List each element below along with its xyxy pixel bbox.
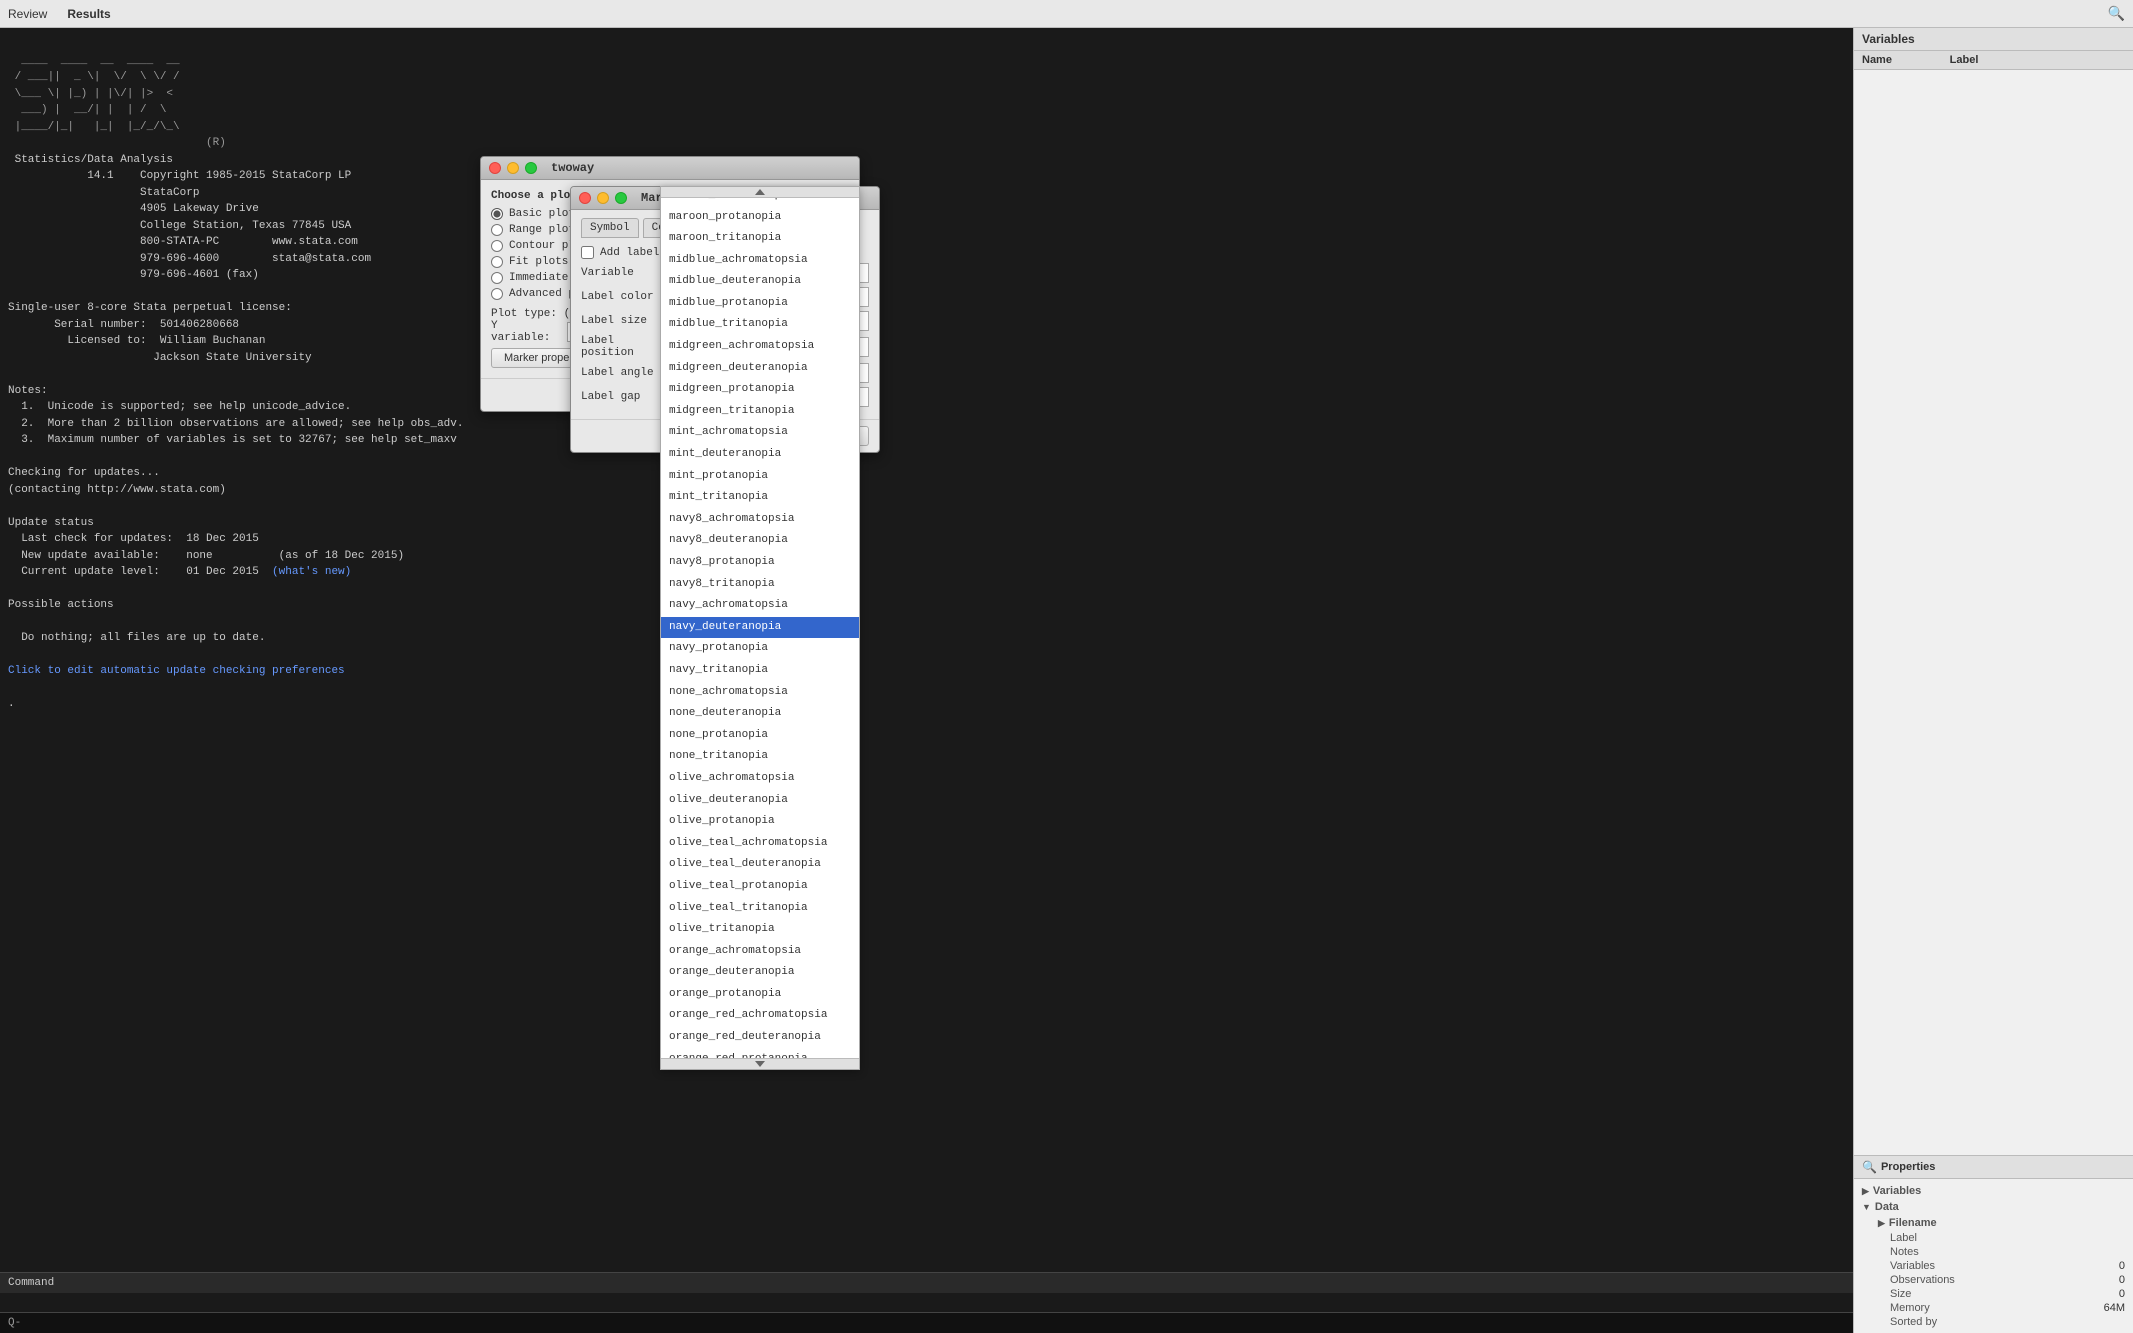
dropdown-item[interactable]: maroon_tritanopia <box>661 228 859 250</box>
dropdown-item[interactable]: midgreen_deuteranopia <box>661 358 859 380</box>
command-input-row: Q- <box>0 1312 1853 1333</box>
right-panel: Variables Name Label 🔍 Properties ▶ Vari… <box>1853 28 2133 1333</box>
chevron-down-icon: ▼ <box>1862 1202 1871 1212</box>
marker-tab-symbol[interactable]: Symbol <box>581 218 639 238</box>
twoway-close-button[interactable] <box>489 162 501 174</box>
dropdown-item[interactable]: mint_achromatopsia <box>661 422 859 444</box>
command-bar: Command <box>0 1272 1853 1293</box>
dropdown-item[interactable]: olive_protanopia <box>661 811 859 833</box>
dropdown-item[interactable]: none_deuteranopia <box>661 703 859 725</box>
properties-header: 🔍 Properties <box>1854 1156 2133 1179</box>
command-prompt: Q- <box>8 1317 21 1329</box>
scroll-down-arrow <box>755 1061 765 1067</box>
properties-filename-section: ▶ Filename <box>1878 1215 2125 1231</box>
marker-add-labels-checkbox[interactable] <box>581 246 594 259</box>
dropdown-item[interactable]: mint_tritanopia <box>661 487 859 509</box>
variables-title: Variables <box>1862 32 1915 46</box>
prop-sorted-by-row: Sorted by <box>1878 1315 2125 1329</box>
terminal-panel: ____ ____ __ ____ __ / ___|| _ \| \/ \ \… <box>0 28 1853 1333</box>
prop-variables-row: Variables 0 <box>1878 1259 2125 1273</box>
dropdown-item[interactable]: navy8_achromatopsia <box>661 509 859 531</box>
dropdown-item[interactable]: orange_protanopia <box>661 984 859 1006</box>
marker-close-button[interactable] <box>579 192 591 204</box>
variables-panel-header: Variables <box>1854 28 2133 51</box>
marker-max-button[interactable] <box>615 192 627 204</box>
dropdown-item[interactable]: mint_deuteranopia <box>661 444 859 466</box>
twoway-dialog-title: twoway <box>551 161 594 175</box>
dropdown-item[interactable]: olive_achromatopsia <box>661 768 859 790</box>
properties-search-icon[interactable]: 🔍 <box>1862 1160 1877 1174</box>
dropdown-item[interactable]: orange_red_achromatopsia <box>661 1005 859 1027</box>
dropdown-item[interactable]: none_tritanopia <box>661 746 859 768</box>
scroll-up-arrow <box>755 189 765 195</box>
toolbar-review[interactable]: Review <box>8 7 47 21</box>
toolbar-results[interactable]: Results <box>67 7 110 21</box>
dropdown-item[interactable]: olive_teal_protanopia <box>661 876 859 898</box>
dropdown-item[interactable]: navy8_tritanopia <box>661 574 859 596</box>
dropdown-item[interactable]: midblue_tritanopia <box>661 314 859 336</box>
prop-label-row: Label <box>1878 1231 2125 1245</box>
var-col-name-header: Name <box>1862 54 1950 66</box>
chevron-right-icon: ▶ <box>1862 1186 1869 1197</box>
dropdown-item[interactable]: maroon_deuteranopia <box>661 198 859 207</box>
dropdown-item[interactable]: navy8_protanopia <box>661 552 859 574</box>
properties-variables-section: ▶ Variables <box>1862 1183 2125 1199</box>
twoway-dialog-titlebar: twoway <box>481 157 859 180</box>
dropdown-item[interactable]: orange_achromatopsia <box>661 941 859 963</box>
twoway-min-button[interactable] <box>507 162 519 174</box>
dropdown-item[interactable]: midblue_achromatopsia <box>661 250 859 272</box>
variables-table-header: Name Label <box>1854 51 2133 70</box>
dropdown-item[interactable]: orange_deuteranopia <box>661 962 859 984</box>
prop-notes-row: Notes <box>1878 1245 2125 1259</box>
dropdown-item[interactable]: olive_deuteranopia <box>661 790 859 812</box>
dropdown-item[interactable]: midblue_deuteranopia <box>661 271 859 293</box>
dropdown-scroll-down[interactable] <box>661 1058 859 1069</box>
var-col-label-header: Label <box>1950 54 2125 66</box>
prop-memory-row: Memory 64M <box>1878 1301 2125 1315</box>
dropdown-item[interactable]: mint_protanopia <box>661 466 859 488</box>
marker-min-button[interactable] <box>597 192 609 204</box>
dropdown-item[interactable]: midgreen_protanopia <box>661 379 859 401</box>
terminal-output: ____ ____ __ ____ __ / ___|| _ \| \/ \ \… <box>8 36 1845 729</box>
twoway-max-button[interactable] <box>525 162 537 174</box>
properties-data-subsection: ▶ Filename Label Notes Variables 0 <box>1862 1215 2125 1329</box>
dropdown-item[interactable]: olive_teal_achromatopsia <box>661 833 859 855</box>
main-layout: ____ ____ __ ____ __ / ___|| _ \| \/ \ \… <box>0 28 2133 1333</box>
dropdown-item[interactable]: none_protanopia <box>661 725 859 747</box>
variables-table: Name Label <box>1854 51 2133 1155</box>
dropdown-item[interactable]: midblue_protanopia <box>661 293 859 315</box>
dropdown-item[interactable]: orange_red_protanopia <box>661 1049 859 1058</box>
search-icon[interactable]: 🔍 <box>2108 5 2125 22</box>
dropdown-item[interactable]: olive_tritanopia <box>661 919 859 941</box>
dropdown-scroll-up[interactable] <box>661 187 859 198</box>
properties-title: Properties <box>1881 1161 1935 1173</box>
dropdown-item[interactable]: olive_teal_tritanopia <box>661 898 859 920</box>
dropdown-item[interactable]: olive_teal_deuteranopia <box>661 854 859 876</box>
prop-size-row: Size 0 <box>1878 1287 2125 1301</box>
properties-data-section: ▼ Data <box>1862 1199 2125 1215</box>
dropdown-item[interactable]: navy_deuteranopia <box>661 617 859 639</box>
dropdown-item[interactable]: orange_red_deuteranopia <box>661 1027 859 1049</box>
command-label: Command <box>8 1277 54 1289</box>
top-toolbar: Review Results 🔍 <box>0 0 2133 28</box>
dropdown-item[interactable]: navy8_deuteranopia <box>661 530 859 552</box>
dropdown-item[interactable]: midgreen_tritanopia <box>661 401 859 423</box>
dropdown-item[interactable]: navy_achromatopsia <box>661 595 859 617</box>
dropdown-item[interactable]: maroon_protanopia <box>661 207 859 229</box>
prop-observations-row: Observations 0 <box>1878 1273 2125 1287</box>
dropdown-item[interactable]: midgreen_achromatopsia <box>661 336 859 358</box>
command-input[interactable] <box>27 1317 1845 1329</box>
dropdown-item[interactable]: navy_protanopia <box>661 638 859 660</box>
dropdown-items-container[interactable]: ltbluishgray8_protanopialtbluishgray8_tr… <box>661 198 859 1058</box>
chevron-right-icon-filename: ▶ <box>1878 1218 1885 1229</box>
properties-section-variables: ▶ Variables ▼ Data ▶ Filename Label <box>1854 1179 2133 1333</box>
color-dropdown-list: ltbluishgray8_protanopialtbluishgray8_tr… <box>660 186 860 1070</box>
dropdown-item[interactable]: none_achromatopsia <box>661 682 859 704</box>
dropdown-item[interactable]: navy_tritanopia <box>661 660 859 682</box>
properties-panel: 🔍 Properties ▶ Variables ▼ Data ▶ Filena… <box>1854 1155 2133 1333</box>
